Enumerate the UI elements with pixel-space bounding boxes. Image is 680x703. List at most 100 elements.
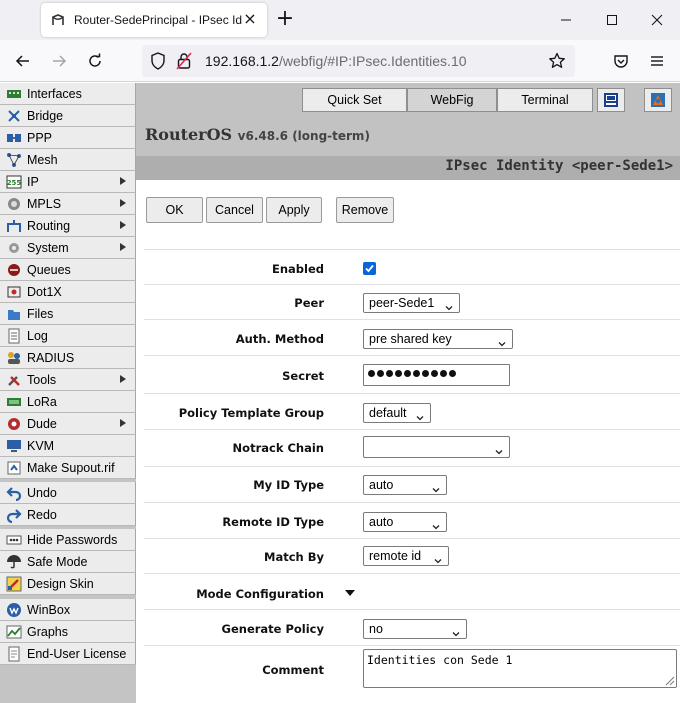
sidebar-item-queues[interactable]: Queues <box>0 259 136 281</box>
sidebar-item-label: Make Supout.rif <box>27 460 115 475</box>
terminal-tab[interactable]: Terminal <box>497 88 593 112</box>
cancel-button[interactable]: Cancel <box>206 197 263 223</box>
settings-mini-icon[interactable] <box>644 88 672 112</box>
peer-select[interactable]: peer-Sede1 <box>363 293 460 313</box>
new-tab-icon[interactable]: + <box>273 8 297 32</box>
window-close-icon[interactable] <box>634 0 680 40</box>
password-dot <box>386 370 393 377</box>
sidebar-item-mesh[interactable]: Mesh <box>0 149 136 171</box>
sidebar-item-files[interactable]: Files <box>0 303 136 325</box>
hamburger-menu-icon[interactable] <box>643 47 671 75</box>
files-icon <box>6 306 22 322</box>
remote-id-type-label: Remote ID Type <box>222 515 324 529</box>
my-id-type-select[interactable]: auto <box>363 475 447 495</box>
sidebar-item-routing[interactable]: Routing <box>0 215 136 237</box>
insecure-lock-icon[interactable] <box>176 52 192 73</box>
forward-arrow-icon[interactable] <box>45 47 73 75</box>
divider <box>144 645 680 646</box>
sidebar-item-winbox[interactable]: WinBox <box>0 599 136 621</box>
sidebar-item-safe-mode[interactable]: Safe Mode <box>0 551 136 573</box>
sidebar-item-undo[interactable]: Undo <box>0 482 136 504</box>
sidebar-item-label: WinBox <box>27 602 71 617</box>
sidebar-item-label: KVM <box>27 438 55 453</box>
sidebar-item-graphs[interactable]: Graphs <box>0 621 136 643</box>
sidebar-item-dot1x[interactable]: Dot1X <box>0 281 136 303</box>
divider <box>144 502 680 503</box>
undo-icon <box>6 485 22 501</box>
sidebar-item-hide-passwords[interactable]: Hide Passwords <box>0 529 136 551</box>
divider <box>144 609 680 610</box>
policy-template-group-select[interactable]: default <box>363 403 431 423</box>
log-icon <box>6 328 22 344</box>
chevron-down-icon <box>434 552 442 564</box>
sidebar-item-mpls[interactable]: MPLS <box>0 193 136 215</box>
sidebar-item-make-supout-rif[interactable]: Make Supout.rif <box>0 457 136 479</box>
back-arrow-icon[interactable] <box>9 47 37 75</box>
expand-triangle-icon[interactable] <box>345 590 355 596</box>
secret-input[interactable] <box>363 364 510 386</box>
url-bar[interactable]: 192.168.1.2/webfig/#IP:IPsec.Identities.… <box>142 45 575 77</box>
bridge-icon <box>6 108 22 124</box>
enabled-label: Enabled <box>271 262 324 276</box>
browser-tab[interactable]: Router-SedePrincipal - IPsec Ide × <box>41 3 267 37</box>
routing-icon <box>6 218 22 234</box>
minimize-icon[interactable] <box>543 0 589 40</box>
sidebar-item-ip[interactable]: 255 IP <box>0 171 136 193</box>
sidebar-item-label: Files <box>27 306 54 321</box>
sidebar-item-tools[interactable]: Tools <box>0 369 136 391</box>
divider <box>144 429 680 430</box>
bookmark-star-icon[interactable] <box>548 52 566 73</box>
sidebar-item-ppp[interactable]: PPP <box>0 127 136 149</box>
ok-button[interactable]: OK <box>146 197 203 223</box>
peer-value: peer-Sede1 <box>369 296 435 310</box>
sidebar-item-system[interactable]: System <box>0 237 136 259</box>
chevron-down-icon <box>495 443 503 455</box>
sidebar-item-interfaces[interactable]: Interfaces <box>0 83 136 105</box>
maximize-icon[interactable] <box>589 0 635 40</box>
enabled-checkbox[interactable] <box>363 262 376 275</box>
sidebar-item-redo[interactable]: Redo <box>0 504 136 526</box>
auth-method-select[interactable]: pre shared key <box>363 329 513 349</box>
hide-passwords-icon <box>6 532 22 548</box>
sidebar-item-bridge[interactable]: Bridge <box>0 105 136 127</box>
sidebar-item-design-skin[interactable]: Design Skin <box>0 573 136 595</box>
sidebar-item-lora[interactable]: LoRa <box>0 391 136 413</box>
browser-nav-bar: 192.168.1.2/webfig/#IP:IPsec.Identities.… <box>0 40 680 82</box>
webfig-tab[interactable]: WebFig <box>407 88 497 112</box>
safe-mode-icon <box>6 554 22 570</box>
sidebar-item-dude[interactable]: Dude <box>0 413 136 435</box>
design-skin-icon <box>6 576 22 592</box>
reload-icon[interactable] <box>81 47 109 75</box>
page-title-bar: IPsec Identity <peer-Sede1> <box>136 156 680 180</box>
password-dot <box>449 370 456 377</box>
shield-icon[interactable] <box>150 52 166 73</box>
remote-id-type-select[interactable]: auto <box>363 512 447 532</box>
resize-handle-icon[interactable] <box>663 674 675 686</box>
generate-policy-select[interactable]: no <box>363 619 467 639</box>
sidebar-item-log[interactable]: Log <box>0 325 136 347</box>
quickset-tab[interactable]: Quick Set <box>302 88 407 112</box>
divider <box>144 284 680 285</box>
generate-policy-label: Generate Policy <box>221 622 324 636</box>
svg-text:255: 255 <box>7 179 22 187</box>
sidebar-item-end-user-license[interactable]: End-User License <box>0 643 136 665</box>
winbox-mini-icon[interactable] <box>597 88 625 112</box>
match-by-value: remote id <box>369 549 422 563</box>
chevron-down-icon <box>498 335 506 347</box>
sidebar-item-radius[interactable]: RADIUS <box>0 347 136 369</box>
url-text: 192.168.1.2/webfig/#IP:IPsec.Identities.… <box>205 53 467 69</box>
auth-method-label: Auth. Method <box>235 332 324 346</box>
comment-textarea[interactable]: Identities con Sede 1 <box>363 649 677 688</box>
main-panel: Quick Set WebFig Terminal RouterOS v6.48… <box>136 83 680 703</box>
apply-button[interactable]: Apply <box>266 197 322 223</box>
tab-close-icon[interactable]: × <box>242 11 258 27</box>
notrack-chain-select[interactable] <box>363 436 510 458</box>
pocket-icon[interactable] <box>607 47 635 75</box>
remove-button[interactable]: Remove <box>336 197 394 223</box>
sidebar-item-label: MPLS <box>27 196 62 211</box>
sidebar-item-label: Tools <box>27 372 57 387</box>
password-dot <box>431 370 438 377</box>
sidebar-item-kvm[interactable]: KVM <box>0 435 136 457</box>
match-by-select[interactable]: remote id <box>363 546 449 566</box>
sidebar-item-label: Safe Mode <box>27 554 88 569</box>
